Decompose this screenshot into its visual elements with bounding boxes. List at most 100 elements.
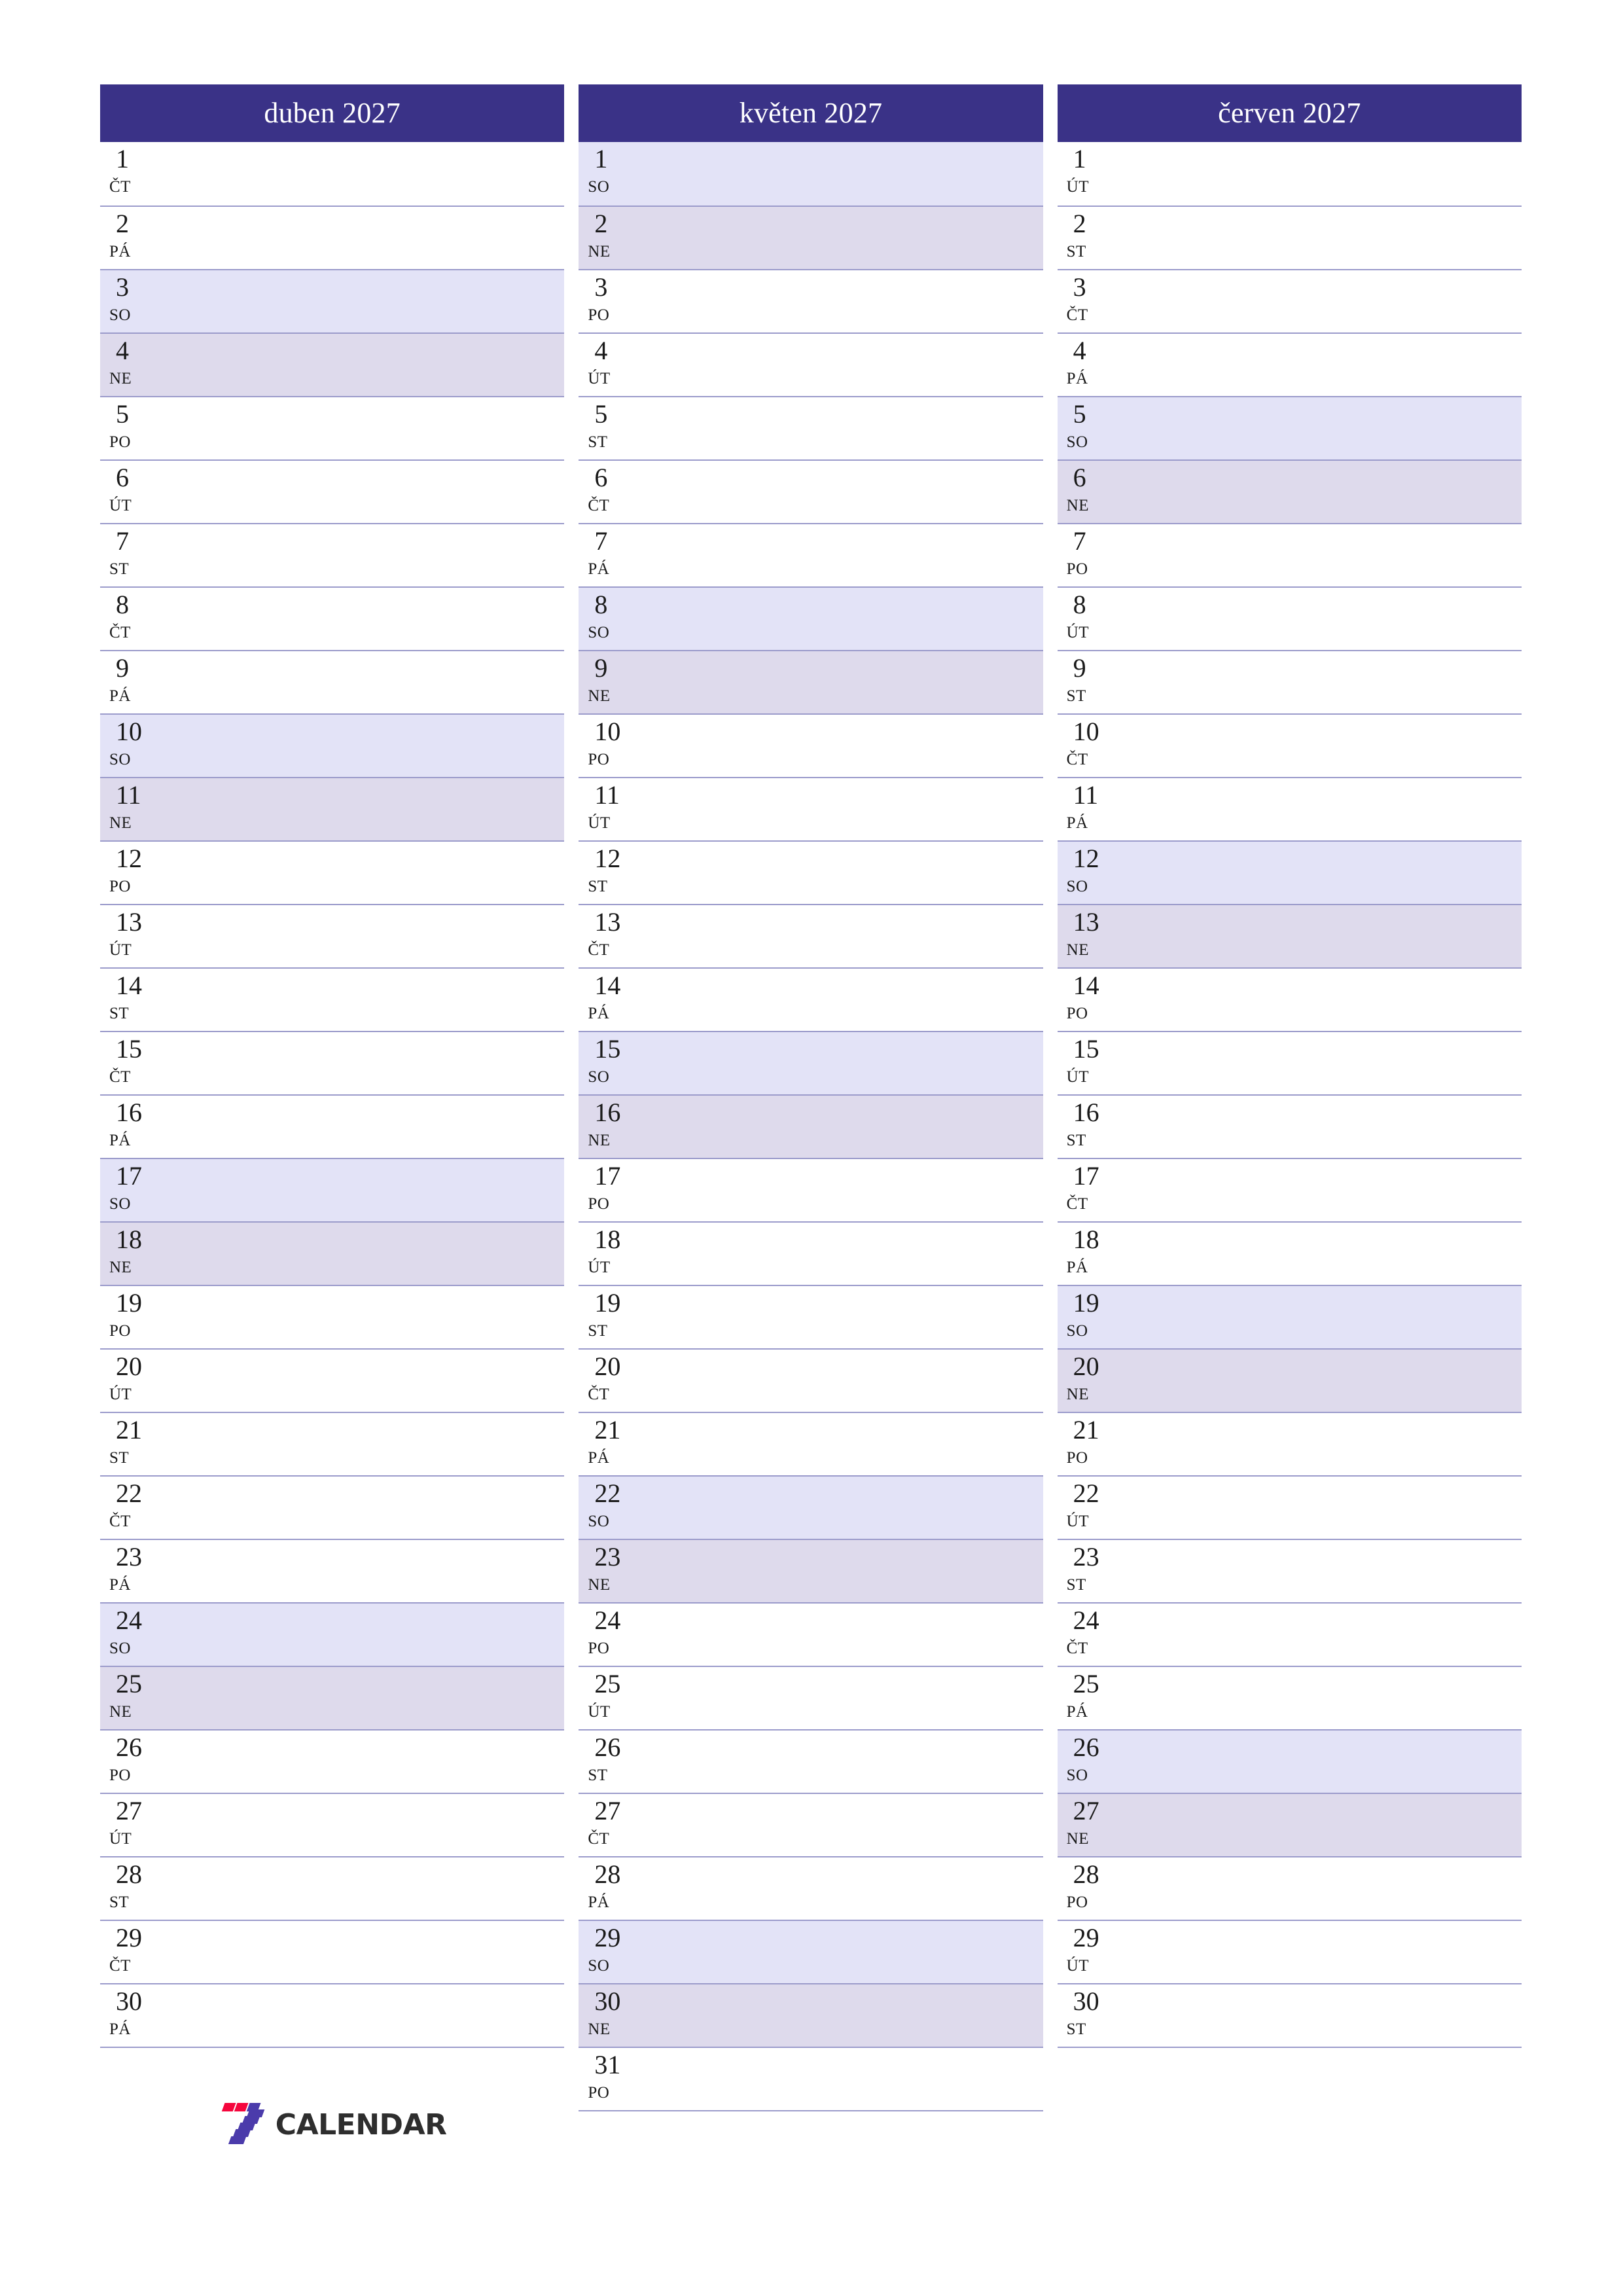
day-row[interactable]: 26 SO: [1057, 1729, 1522, 1793]
day-row[interactable]: 31 PO: [579, 2047, 1043, 2110]
day-row[interactable]: 22 SO: [579, 1475, 1043, 1539]
day-row[interactable]: 9 PÁ: [100, 650, 565, 713]
day-row[interactable]: 4 ÚT: [579, 332, 1043, 396]
day-row[interactable]: 14 PO: [1057, 967, 1522, 1031]
day-row[interactable]: 30 ST: [1057, 1983, 1522, 2047]
day-row[interactable]: 21 ST: [100, 1412, 565, 1475]
day-number: 23: [116, 1542, 142, 1571]
day-row[interactable]: 17 SO: [100, 1158, 565, 1221]
day-row[interactable]: 26 PO: [100, 1729, 565, 1793]
day-weekday-abbr: SO: [109, 1195, 131, 1213]
day-row[interactable]: 10 PO: [579, 713, 1043, 777]
day-row[interactable]: 12 PO: [100, 840, 565, 904]
day-row[interactable]: 6 NE: [1057, 459, 1522, 523]
day-row[interactable]: 15 ČT: [100, 1031, 565, 1094]
day-row[interactable]: 19 SO: [1057, 1285, 1522, 1348]
day-row[interactable]: 4 NE: [100, 332, 565, 396]
day-row[interactable]: 16 PÁ: [100, 1094, 565, 1158]
day-row[interactable]: 6 ČT: [579, 459, 1043, 523]
day-row[interactable]: 2 PÁ: [100, 206, 565, 269]
day-row[interactable]: 7 ST: [100, 523, 565, 586]
day-row[interactable]: 21 PO: [1057, 1412, 1522, 1475]
day-row[interactable]: 6 ÚT: [100, 459, 565, 523]
day-row[interactable]: 12 SO: [1057, 840, 1522, 904]
day-number: 1: [116, 144, 129, 173]
day-row[interactable]: 14 PÁ: [579, 967, 1043, 1031]
day-row[interactable]: 13 NE: [1057, 904, 1522, 967]
day-row[interactable]: 2 ST: [1057, 206, 1522, 269]
day-row[interactable]: 9 NE: [579, 650, 1043, 713]
day-row[interactable]: 18 ÚT: [579, 1221, 1043, 1285]
day-row[interactable]: 24 ČT: [1057, 1602, 1522, 1666]
day-row[interactable]: 30 NE: [579, 1983, 1043, 2047]
day-row[interactable]: 25 PÁ: [1057, 1666, 1522, 1729]
day-row[interactable]: 29 ČT: [100, 1920, 565, 1983]
day-row[interactable]: 11 NE: [100, 777, 565, 840]
day-row[interactable]: 5 PO: [100, 396, 565, 459]
day-row[interactable]: 28 PO: [1057, 1856, 1522, 1920]
day-row[interactable]: 9 ST: [1057, 650, 1522, 713]
day-row[interactable]: 27 ÚT: [100, 1793, 565, 1856]
day-row[interactable]: 15 SO: [579, 1031, 1043, 1094]
day-row[interactable]: 14 ST: [100, 967, 565, 1031]
day-weekday-abbr: SO: [1066, 878, 1088, 895]
day-weekday-abbr: PO: [1066, 1893, 1088, 1911]
day-row[interactable]: 19 ST: [579, 1285, 1043, 1348]
day-row[interactable]: 25 NE: [100, 1666, 565, 1729]
day-row[interactable]: 28 PÁ: [579, 1856, 1043, 1920]
day-row[interactable]: 11 PÁ: [1057, 777, 1522, 840]
day-row[interactable]: 23 PÁ: [100, 1539, 565, 1602]
day-row[interactable]: 5 SO: [1057, 396, 1522, 459]
day-row[interactable]: 23 ST: [1057, 1539, 1522, 1602]
day-row[interactable]: 28 ST: [100, 1856, 565, 1920]
day-row[interactable]: 3 ČT: [1057, 269, 1522, 332]
day-number: 22: [594, 1479, 621, 1508]
day-number: 11: [1073, 780, 1099, 810]
day-row[interactable]: 18 PÁ: [1057, 1221, 1522, 1285]
day-row[interactable]: 3 SO: [100, 269, 565, 332]
day-row[interactable]: 8 SO: [579, 586, 1043, 650]
day-row[interactable]: 23 NE: [579, 1539, 1043, 1602]
day-row[interactable]: 29 SO: [579, 1920, 1043, 1983]
day-row[interactable]: 4 PÁ: [1057, 332, 1522, 396]
day-row[interactable]: 22 ČT: [100, 1475, 565, 1539]
day-row[interactable]: 3 PO: [579, 269, 1043, 332]
day-row[interactable]: 30 PÁ: [100, 1983, 565, 2047]
day-row[interactable]: 17 ČT: [1057, 1158, 1522, 1221]
day-row[interactable]: 20 ÚT: [100, 1348, 565, 1412]
day-row[interactable]: 20 NE: [1057, 1348, 1522, 1412]
day-row[interactable]: 19 PO: [100, 1285, 565, 1348]
day-row[interactable]: 1 ÚT: [1057, 142, 1522, 206]
day-row[interactable]: 25 ÚT: [579, 1666, 1043, 1729]
day-row[interactable]: 10 ČT: [1057, 713, 1522, 777]
day-row[interactable]: 13 ÚT: [100, 904, 565, 967]
day-row[interactable]: 20 ČT: [579, 1348, 1043, 1412]
day-row[interactable]: 10 SO: [100, 713, 565, 777]
day-row[interactable]: 16 ST: [1057, 1094, 1522, 1158]
day-number: 27: [116, 1796, 142, 1825]
day-row[interactable]: 24 PO: [579, 1602, 1043, 1666]
day-row[interactable]: 17 PO: [579, 1158, 1043, 1221]
day-row[interactable]: 1 ČT: [100, 142, 565, 206]
day-row[interactable]: 2 NE: [579, 206, 1043, 269]
day-row[interactable]: 8 ÚT: [1057, 586, 1522, 650]
day-row[interactable]: 27 NE: [1057, 1793, 1522, 1856]
day-row[interactable]: 24 SO: [100, 1602, 565, 1666]
day-row[interactable]: 22 ÚT: [1057, 1475, 1522, 1539]
day-row[interactable]: 16 NE: [579, 1094, 1043, 1158]
day-row[interactable]: 21 PÁ: [579, 1412, 1043, 1475]
day-row[interactable]: 18 NE: [100, 1221, 565, 1285]
day-row[interactable]: 27 ČT: [579, 1793, 1043, 1856]
day-row[interactable]: 7 PÁ: [579, 523, 1043, 586]
day-row[interactable]: 8 ČT: [100, 586, 565, 650]
day-row[interactable]: 12 ST: [579, 840, 1043, 904]
day-row[interactable]: 13 ČT: [579, 904, 1043, 967]
day-number: 15: [116, 1034, 142, 1064]
day-row[interactable]: 29 ÚT: [1057, 1920, 1522, 1983]
day-row[interactable]: 26 ST: [579, 1729, 1043, 1793]
day-row[interactable]: 7 PO: [1057, 523, 1522, 586]
day-row[interactable]: 15 ÚT: [1057, 1031, 1522, 1094]
day-row[interactable]: 1 SO: [579, 142, 1043, 206]
day-row[interactable]: 11 ÚT: [579, 777, 1043, 840]
day-row[interactable]: 5 ST: [579, 396, 1043, 459]
